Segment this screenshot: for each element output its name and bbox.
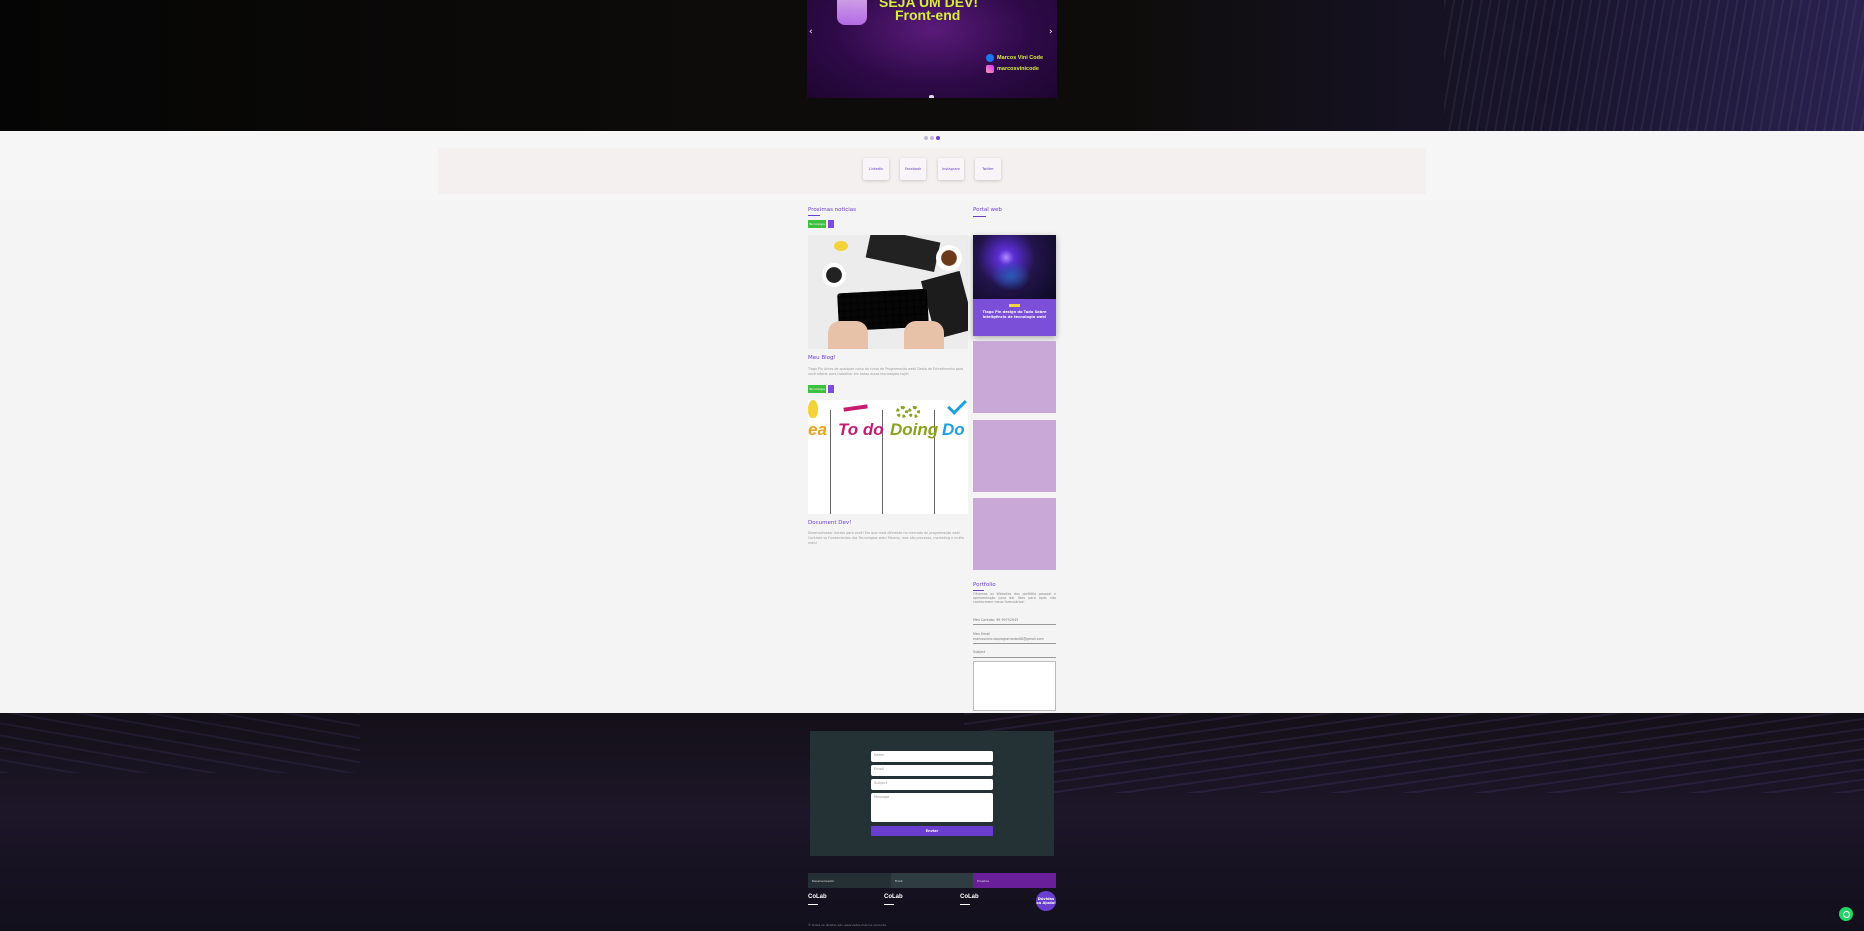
news-tag[interactable]: Tecnologia	[808, 220, 826, 228]
email-field[interactable]: Meu Email marcosvinicuisprogramador00@gm…	[973, 632, 1056, 644]
image-divider	[830, 410, 831, 514]
subject-field[interactable]: Subject	[973, 650, 1056, 658]
carousel-dot[interactable]	[930, 136, 934, 140]
news-item-title[interactable]: Meu Blog!	[808, 355, 836, 361]
image-bulb	[808, 400, 818, 418]
slide-facebook: Marcos Vini Code	[986, 54, 1043, 62]
news-item-desc: Desenvolvedor Iniciais para você! Em que…	[808, 531, 964, 545]
portal-card[interactable]	[973, 420, 1056, 492]
image-gear	[896, 406, 908, 418]
slide-subheadline: Front-end	[895, 7, 961, 23]
hero-banner: SEJA UM DEV! Front-end Marcos Vini Code …	[0, 0, 1864, 131]
image-arrow	[843, 404, 869, 418]
news-tag-extra[interactable]	[828, 220, 834, 228]
copyright-text: © todos os direitos são reservados marco…	[808, 923, 886, 927]
kanban-label: Do	[942, 420, 965, 439]
carousel-slide[interactable]: SEJA UM DEV! Front-end Marcos Vini Code …	[807, 0, 1057, 98]
instagram-icon	[986, 65, 994, 73]
instagram-button[interactable]: Instagram	[938, 158, 964, 180]
footer-bar-item[interactable]: Projetos	[973, 873, 1056, 888]
slide-instagram-label: marcosvinicode	[997, 66, 1039, 72]
kanban-label: ea	[808, 420, 827, 439]
image-lemon	[834, 241, 848, 251]
news-tag[interactable]: Tecnologia	[808, 385, 826, 393]
slide-instagram: marcosvinicode	[986, 65, 1039, 73]
linkedin-button[interactable]: LinkedIn	[863, 158, 889, 180]
portal-card-tag	[1009, 304, 1020, 307]
news-section-title: Proximas noticias	[808, 207, 857, 213]
contact-phone-field[interactable]: Meu Contato: 99 99752943	[973, 618, 1056, 625]
image-hand	[904, 321, 944, 349]
portal-card-featured[interactable]: Tiago Pin design do Tudo Sobre Inteligên…	[973, 235, 1056, 336]
twitter-button[interactable]: Twitter	[975, 158, 1001, 180]
image-book	[865, 235, 941, 272]
news-item-desc: Tiago Pin Antes de qualquer coisa do cur…	[808, 367, 964, 376]
name-input[interactable]: Name	[871, 751, 993, 762]
image-check	[947, 400, 967, 415]
image-gear	[908, 406, 920, 418]
email-input[interactable]: Email	[871, 765, 993, 776]
image-coffee-cup	[936, 245, 962, 271]
footer-brand-underline	[884, 904, 894, 905]
chevron-right-icon[interactable]: ›	[1049, 27, 1053, 37]
footer-brand: CoLab	[960, 894, 979, 900]
portal-section-title: Portal web	[973, 207, 1002, 213]
footer-brand-underline	[960, 904, 970, 905]
portal-card[interactable]	[973, 498, 1056, 570]
news-image-keyboard[interactable]	[808, 235, 968, 349]
carousel-dot[interactable]	[924, 136, 928, 140]
subject-input[interactable]: Subject	[871, 779, 993, 790]
footer-bar-item[interactable]: Desenvolvedor	[808, 873, 891, 888]
message-input[interactable]: Message	[871, 793, 993, 822]
facebook-icon	[986, 54, 994, 62]
portfolio-description: Olhemos os Websites dos portfólio pessoa…	[973, 592, 1056, 605]
kanban-label: Doing	[890, 420, 939, 439]
submit-button[interactable]: Enviar	[871, 826, 993, 836]
portfolio-title-underline	[973, 590, 984, 591]
carousel-dot-active[interactable]	[936, 136, 940, 140]
news-item-title[interactable]: Document Dev!	[808, 520, 851, 526]
facebook-button[interactable]: Facebook	[900, 158, 926, 180]
image-mug	[822, 263, 846, 287]
whatsapp-icon	[1842, 910, 1850, 918]
social-links-bar	[438, 148, 1426, 194]
portfolio-section-title: Portfolio	[973, 582, 996, 588]
footer-bar-item[interactable]: Front	[891, 873, 973, 888]
slide-facebook-label: Marcos Vini Code	[997, 55, 1044, 61]
footer-brand-underline	[808, 904, 818, 905]
chevron-left-icon[interactable]: ‹	[809, 27, 813, 37]
message-textarea[interactable]	[973, 661, 1056, 711]
portal-card-text: Tiago Pin design do Tudo Sobre Inteligên…	[982, 310, 1047, 319]
footer-brand: CoLab	[808, 894, 827, 900]
news-image-kanban[interactable]: ea To do Doing Do	[808, 400, 968, 514]
kanban-label: To do	[838, 420, 884, 439]
portal-title-underline	[973, 216, 986, 217]
portal-card-image	[973, 235, 1056, 299]
slide-badge-graphic	[837, 0, 867, 25]
news-tag-extra[interactable]	[828, 385, 834, 393]
carousel-indicators	[924, 136, 940, 140]
news-title-underline	[808, 215, 820, 216]
portal-card[interactable]	[973, 341, 1056, 413]
help-button[interactable]: Dúvidas ou Ajuda!	[1036, 891, 1056, 911]
slide-pointer	[929, 95, 934, 98]
email-field-value: marcosvinicuisprogramador00@gmail.com	[973, 637, 1044, 641]
image-hand	[828, 321, 868, 349]
whatsapp-button[interactable]	[1839, 907, 1853, 921]
footer-brand: CoLab	[884, 894, 903, 900]
